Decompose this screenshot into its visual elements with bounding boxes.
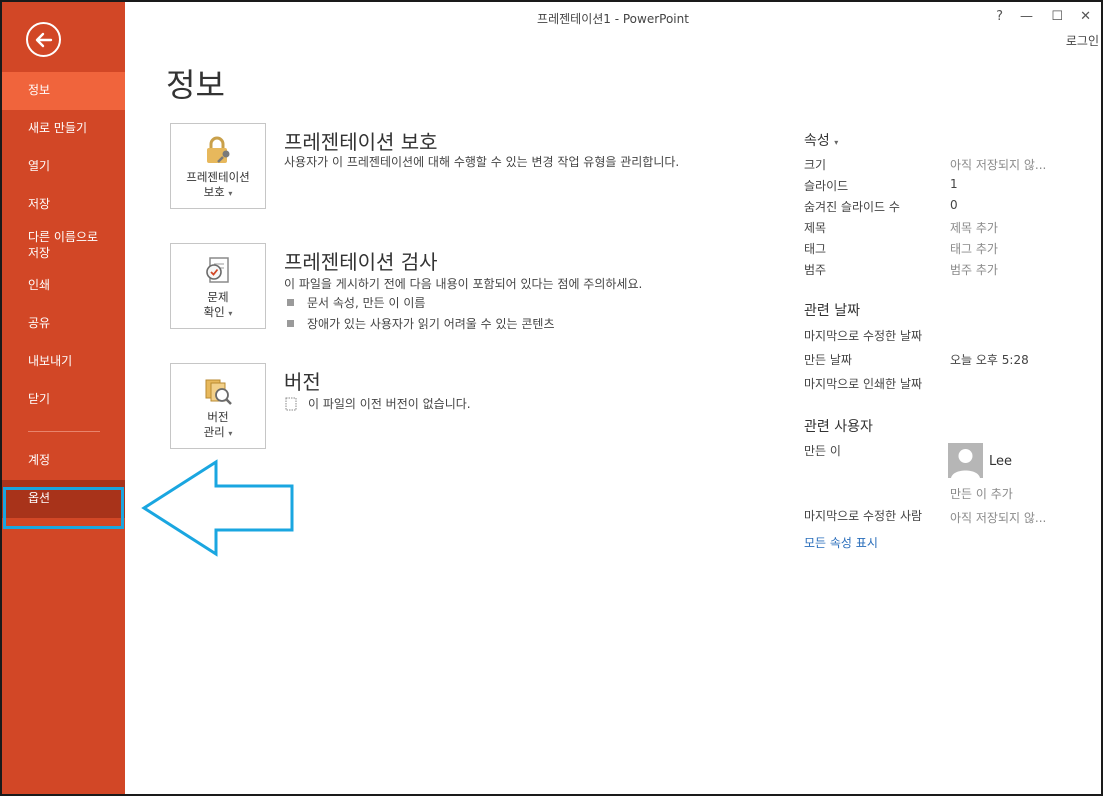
versions-description: 이 파일의 이전 버전이 없습니다. [308, 397, 471, 411]
window-title: 프레젠테이션1 - PowerPoint [537, 12, 689, 26]
nav-item-save[interactable]: 저장 [2, 186, 125, 224]
prop-label-tags: 태그 [804, 242, 827, 256]
arrow-left-icon [35, 32, 52, 47]
check-issues-button[interactable]: 문제 확인 ▾ [170, 243, 266, 329]
nav-item-account[interactable]: 계정 [2, 442, 125, 480]
lock-key-icon [207, 136, 230, 163]
chevron-down-icon: ▾ [228, 429, 233, 438]
prop-label-hidden-slides: 숨겨진 슬라이드 수 [804, 200, 900, 214]
last-modified-by-label: 마지막으로 수정한 사람 [804, 509, 923, 523]
maximize-button[interactable]: ☐ [1051, 9, 1063, 24]
nav-item-print[interactable]: 인쇄 [2, 267, 125, 305]
protect-presentation-button[interactable]: 프레젠테이션 보호 ▾ [170, 123, 266, 209]
bullet-square-icon [287, 299, 294, 306]
back-button[interactable] [26, 22, 61, 57]
protect-card-label-line2: 보호 [203, 185, 225, 199]
nav-item-close[interactable]: 닫기 [2, 381, 125, 419]
backstage-sidebar: 정보 새로 만들기 열기 저장 다른 이름으로 저장 인쇄 공유 내보내기 닫기… [2, 2, 125, 794]
close-button[interactable]: ✕ [1080, 9, 1091, 24]
related-people-header: 관련 사용자 [804, 419, 873, 435]
user-silhouette-icon [951, 449, 980, 478]
chevron-down-icon: ▾ [228, 189, 233, 198]
chevron-down-icon: ▾ [834, 138, 839, 147]
inspect-bullet-text: 문서 속성, 만든 이 이름 [307, 296, 426, 310]
prop-label-slides: 슬라이드 [804, 179, 849, 193]
prop-label-category: 범주 [804, 263, 827, 277]
prop-value-hidden-slides: 0 [950, 198, 958, 212]
nav-item-save-as[interactable]: 다른 이름으로 저장 [2, 224, 125, 267]
prop-value-slides: 1 [950, 177, 958, 191]
bullet-square-icon [287, 320, 294, 327]
versions-description-row: 이 파일의 이전 버전이 없습니다. [284, 395, 471, 412]
check-card-label-line2: 확인 [203, 305, 225, 319]
nav-item-info[interactable]: 정보 [2, 72, 125, 110]
date-label-created: 만든 날짜 [804, 353, 852, 367]
add-author-field[interactable]: 만든 이 추가 [950, 485, 1013, 502]
versions-card-label-line2: 관리 [203, 425, 225, 439]
date-label-modified: 마지막으로 수정한 날짜 [804, 329, 923, 343]
properties-header-label: 속성 [804, 133, 830, 149]
nav-item-open[interactable]: 열기 [2, 148, 125, 186]
callout-arrow-icon [141, 459, 294, 557]
check-card-label-line1: 문제 [207, 290, 229, 304]
prop-value-category-field[interactable]: 범주 추가 [950, 261, 998, 278]
options-highlight-box [3, 487, 124, 529]
nav-item-share[interactable]: 공유 [2, 305, 125, 343]
inspect-title: 프레젠테이션 검사 [284, 250, 438, 274]
date-value-created: 오늘 오후 5:28 [950, 353, 1029, 367]
help-button[interactable]: ? [996, 9, 1003, 24]
prop-value-size: 아직 저장되지 않... [950, 158, 1047, 172]
inspect-description: 이 파일을 게시하기 전에 다음 내용이 포함되어 있다는 점에 주의하세요. [284, 277, 643, 291]
versions-icon [205, 379, 232, 405]
inspect-bullet-text: 장애가 있는 사용자가 읽기 어려울 수 있는 콘텐츠 [307, 317, 555, 331]
author-name[interactable]: Lee [989, 454, 1012, 469]
show-all-properties-link[interactable]: 모든 속성 표시 [804, 534, 878, 551]
author-label: 만든 이 [804, 444, 841, 458]
versions-title: 버전 [284, 370, 321, 394]
related-dates-header: 관련 날짜 [804, 303, 860, 319]
chevron-down-icon: ▾ [228, 309, 233, 318]
prop-label-size: 크기 [804, 158, 827, 172]
date-label-printed: 마지막으로 인쇄한 날짜 [804, 377, 923, 391]
nav-item-export[interactable]: 내보내기 [2, 343, 125, 381]
login-link[interactable]: 로그인 [1066, 32, 1099, 49]
versions-card-label-line1: 버전 [207, 410, 229, 424]
protect-title: 프레젠테이션 보호 [284, 130, 438, 154]
inspect-bullet-item: 문서 속성, 만든 이 이름 [287, 294, 425, 311]
inspect-bullet-item: 장애가 있는 사용자가 읽기 어려울 수 있는 콘텐츠 [287, 315, 555, 332]
nav-item-new[interactable]: 새로 만들기 [2, 110, 125, 148]
protect-card-label-line1: 프레젠테이션 [186, 170, 250, 184]
backstage-nav: 정보 새로 만들기 열기 저장 다른 이름으로 저장 인쇄 공유 내보내기 닫기… [2, 72, 125, 518]
prop-label-title: 제목 [804, 221, 827, 235]
prop-value-title-field[interactable]: 제목 추가 [950, 219, 998, 236]
last-modified-by-value: 아직 저장되지 않... [950, 511, 1047, 525]
minimize-button[interactable]: — [1020, 9, 1033, 24]
avatar [948, 443, 983, 478]
title-bar: 프레젠테이션1 - PowerPoint ? — ☐ ✕ [125, 2, 1101, 32]
inspect-document-icon [206, 257, 229, 283]
manage-versions-button[interactable]: 버전 관리 ▾ [170, 363, 266, 449]
properties-header[interactable]: 속성 ▾ [804, 130, 838, 150]
prop-value-tags-field[interactable]: 태그 추가 [950, 240, 998, 257]
protect-description: 사용자가 이 프레젠테이션에 대해 수행할 수 있는 변경 작업 유형을 관리합… [284, 155, 680, 169]
page-title: 정보 [166, 66, 225, 104]
nav-divider [28, 431, 100, 432]
document-icon [285, 397, 297, 410]
